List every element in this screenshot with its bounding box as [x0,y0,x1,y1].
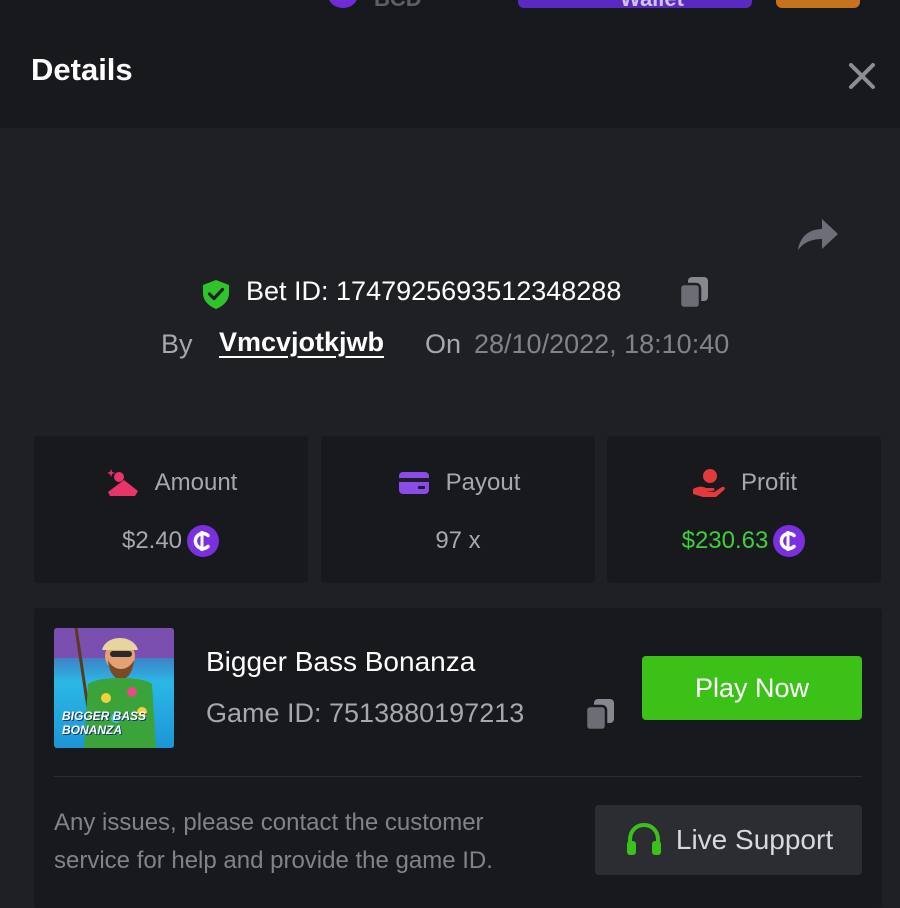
payout-value: 97 x [435,527,481,554]
profit-hand-icon [692,469,725,497]
modal-header: Details [0,10,900,128]
wallet-button-label: Wallet [620,0,684,10]
profit-value: $230.63 [681,527,769,554]
bet-datetime: 28/10/2022, 18:10:40 [474,329,730,359]
coin-icon [187,525,220,557]
currency-selector[interactable]: BCD [374,0,422,10]
thumbnail-title-line1: BIGGER BASS [62,709,147,723]
live-support-label: Live Support [675,824,834,855]
page-title: Details [31,52,133,87]
payout-label: Payout [445,469,521,496]
game-id: Game ID: 7513880197213 [206,698,525,728]
share-button[interactable] [796,210,840,254]
thumbnail-title-line2: BONANZA [62,723,122,737]
by-label: By [161,329,193,359]
amount-icon [106,469,138,496]
payout-card-icon [398,472,429,494]
currency-coin-icon [328,0,358,8]
top-bar-strip: BCD Wallet [0,0,900,10]
game-card: BIGGER BASS BONANZA Bigger Bass Bonanza … [34,608,882,908]
copy-icon [678,277,708,310]
profit-card: Profit $230.63 [607,436,881,583]
game-thumbnail[interactable]: BIGGER BASS BONANZA [54,628,174,748]
game-title: Bigger Bass Bonanza [206,646,476,677]
profit-label: Profit [740,469,797,496]
username-link[interactable]: Vmcvjotkjwb [219,327,384,358]
divider [54,776,862,777]
close-icon [849,63,875,89]
copy-bet-id-button[interactable] [676,274,712,310]
copy-icon [584,699,614,732]
avatar[interactable] [776,0,860,8]
support-help-text: Any issues, please contact the customer … [54,809,493,874]
share-icon [798,219,838,250]
bet-meta-row: By Vmcvjotkjwb On 28/10/2022, 18:10:40 [0,326,900,366]
bet-id-row: Bet ID: 1747925693512348288 [0,272,900,312]
amount-label: Amount [154,469,238,496]
verified-shield-icon [203,280,229,309]
play-now-button[interactable]: Play Now [642,656,862,720]
coin-icon [773,525,806,557]
payout-card: Payout 97 x [321,436,595,583]
close-button[interactable] [844,58,880,94]
on-label: On [425,329,462,359]
bet-id: Bet ID: 1747925693512348288 [246,276,622,306]
copy-game-id-button[interactable] [582,696,618,732]
amount-value: $2.40 [121,527,183,554]
amount-card: Amount $2.40 [34,436,308,583]
headset-icon [626,822,661,855]
live-support-button[interactable]: Live Support [595,805,862,875]
